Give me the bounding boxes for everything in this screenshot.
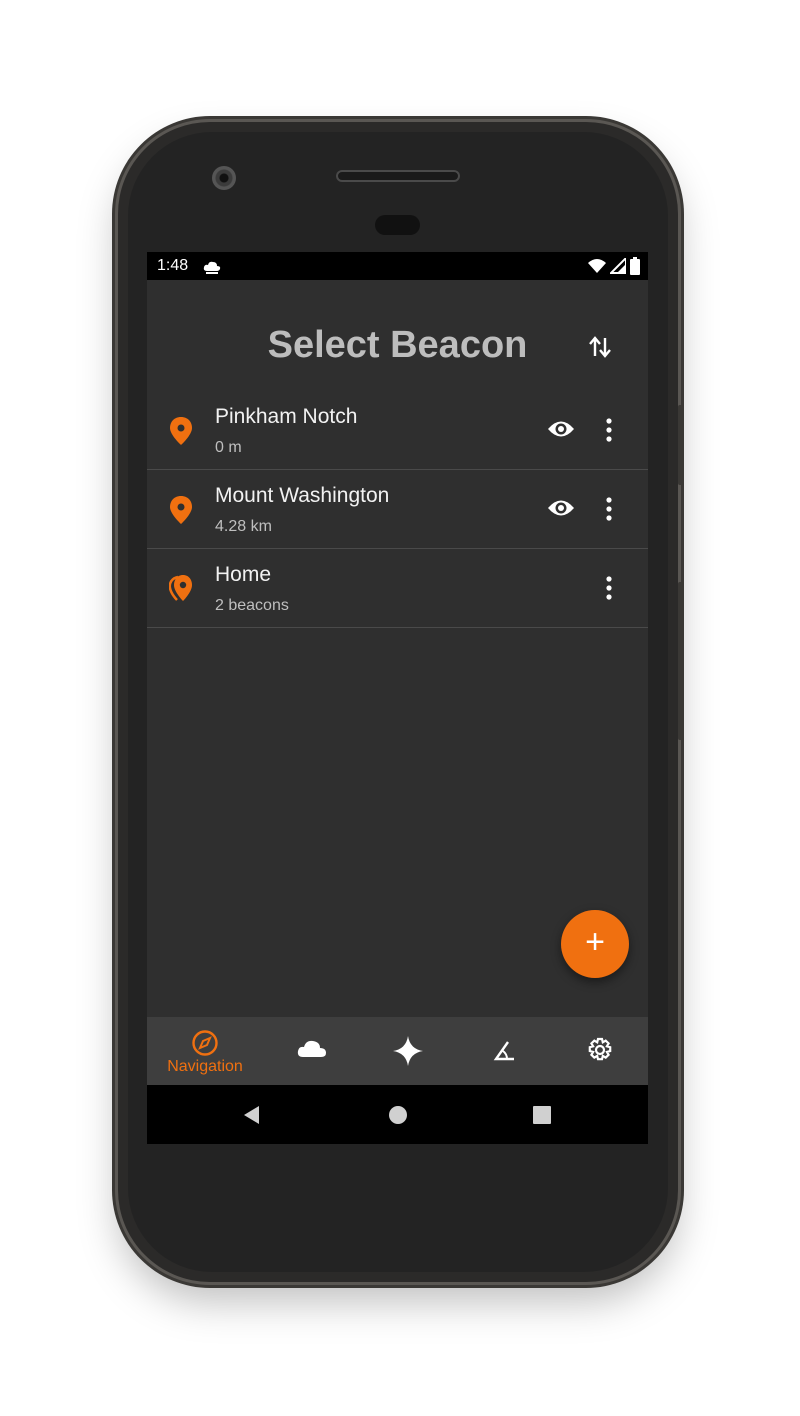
battery-icon	[630, 257, 640, 275]
more-options-icon[interactable]	[599, 418, 619, 442]
back-icon[interactable]	[242, 1105, 262, 1125]
cloud-icon	[297, 1040, 326, 1057]
list-item[interactable]: Mount Washington 4.28 km	[147, 470, 648, 549]
location-pin-icon	[170, 496, 192, 524]
front-camera	[212, 166, 236, 190]
angle-icon	[493, 1041, 514, 1061]
add-beacon-button[interactable]: +	[561, 910, 629, 978]
proximity-sensor	[375, 215, 420, 235]
power-button	[678, 405, 683, 485]
beacon-distance: 0 m	[215, 439, 242, 456]
screen: 1:48 Select Beacon Pinkham Notch 0 m Mou…	[147, 252, 648, 1144]
sort-icon[interactable]	[587, 334, 613, 360]
eye-icon[interactable]	[547, 497, 575, 519]
nav-item-settings[interactable]	[552, 1017, 648, 1085]
recents-icon[interactable]	[533, 1106, 551, 1124]
beacon-distance: 4.28 km	[215, 518, 272, 535]
nav-item-weather[interactable]	[264, 1017, 360, 1085]
earpiece-speaker	[336, 170, 460, 182]
beacon-list: Pinkham Notch 0 m Mount Washington 4.28 …	[147, 391, 648, 628]
more-options-icon[interactable]	[599, 497, 619, 521]
eye-icon[interactable]	[547, 418, 575, 440]
list-item[interactable]: Home 2 beacons	[147, 549, 648, 628]
compass-icon	[192, 1030, 218, 1056]
nav-item-inclinometer[interactable]	[456, 1017, 552, 1085]
nav-item-navigation[interactable]: Navigation	[157, 1017, 253, 1085]
list-item[interactable]: Pinkham Notch 0 m	[147, 391, 648, 470]
status-time: 1:48	[157, 257, 189, 274]
more-options-icon[interactable]	[599, 576, 619, 600]
home-icon[interactable]	[388, 1105, 408, 1125]
cloud-status-icon	[203, 261, 221, 274]
signal-icon	[610, 258, 626, 274]
status-bar: 1:48	[147, 252, 648, 280]
beacon-name: Mount Washington	[215, 484, 390, 507]
beacon-name: Home	[215, 563, 272, 586]
wifi-icon	[588, 259, 606, 273]
volume-button	[678, 582, 683, 740]
gear-icon	[588, 1037, 612, 1061]
status-indicators	[588, 257, 640, 275]
sparkle-icon	[393, 1036, 423, 1066]
beacon-count: 2 beacons	[215, 597, 289, 614]
beacon-name: Pinkham Notch	[215, 405, 358, 428]
location-pin-icon	[170, 417, 192, 445]
beacon-group-icon	[169, 575, 192, 601]
nav-item-astronomy[interactable]	[360, 1017, 456, 1085]
page-title: Select Beacon	[267, 324, 528, 366]
system-navigation-bar	[147, 1085, 648, 1144]
nav-label-navigation: Navigation	[167, 1058, 243, 1075]
bottom-navigation: Navigation	[147, 1017, 648, 1085]
